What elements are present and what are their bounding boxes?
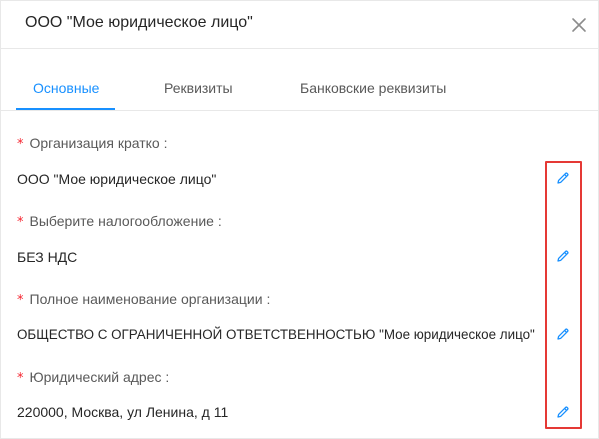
legal-entity-modal: ООО "Мое юридическое лицо" Основные Рекв… [0, 0, 599, 439]
modal-title: ООО "Мое юридическое лицо" [25, 14, 253, 31]
field-value-legal-address: 220000, Москва, ул Ленина, д 11 [17, 404, 229, 420]
field-label-colon: : [163, 135, 168, 151]
field-label-text: Юридический адрес [29, 369, 162, 385]
required-mark: * [17, 293, 24, 308]
tab-bar: Основные Реквизиты Банковские реквизиты [1, 49, 598, 111]
tab-bank-requisites[interactable]: Банковские реквизиты [300, 80, 446, 96]
field-value-short-name: ООО "Мое юридическое лицо" [17, 171, 217, 187]
required-mark: * [17, 137, 24, 152]
close-icon[interactable] [567, 13, 591, 37]
active-tab-indicator [16, 108, 115, 110]
field-value-taxation: БЕЗ НДС [17, 249, 78, 265]
field-label-text: Организация кратко [29, 135, 160, 151]
field-label-colon: : [217, 213, 222, 229]
field-label-text: Полное наименование организации [29, 291, 263, 307]
field-label-short-name: * Организация кратко : [17, 135, 167, 152]
field-label-text: Выберите налогообложение [29, 213, 214, 229]
required-mark: * [17, 215, 24, 230]
field-label-colon: : [266, 291, 271, 307]
field-label-taxation: * Выберите налогообложение : [17, 213, 222, 230]
field-label-legal-address: * Юридический адрес : [17, 369, 169, 386]
field-value-full-name: ОБЩЕСТВО С ОГРАНИЧЕННОЙ ОТВЕТСТВЕННОСТЬЮ… [17, 327, 535, 342]
field-label-full-name: * Полное наименование организации : [17, 291, 270, 308]
tab-main[interactable]: Основные [33, 80, 99, 96]
modal-header: ООО "Мое юридическое лицо" [1, 1, 598, 49]
close-icon-glyph [572, 18, 586, 32]
required-mark: * [17, 371, 24, 386]
edit-buttons-highlight-frame [545, 161, 582, 429]
tab-requisites[interactable]: Реквизиты [164, 80, 233, 96]
field-label-colon: : [165, 369, 170, 385]
